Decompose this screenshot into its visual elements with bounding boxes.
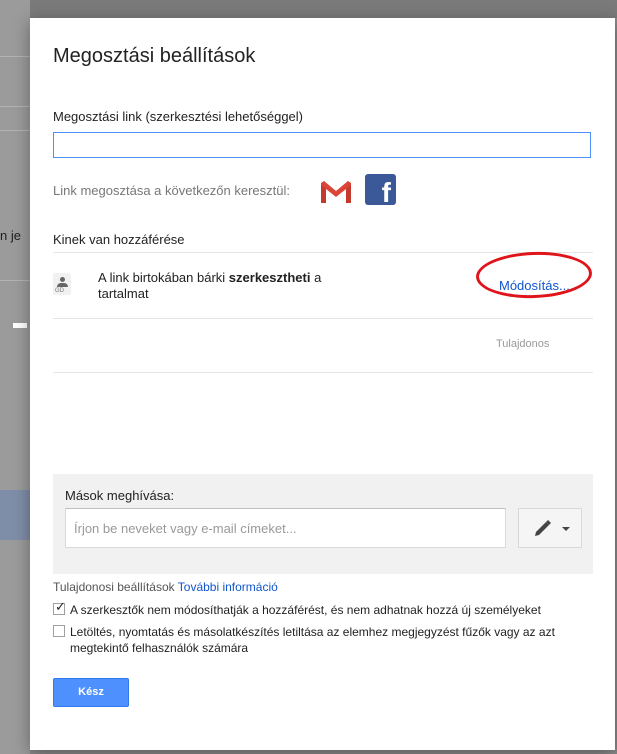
check-mark-icon: ✓: [55, 599, 66, 614]
background-white-bar: [13, 323, 27, 328]
invite-input[interactable]: [65, 508, 506, 548]
background-divider: [0, 56, 30, 57]
facebook-glyph: f: [381, 177, 391, 208]
restrict-editors-checkbox[interactable]: ✓: [53, 599, 66, 615]
access-level: szerkesztheti: [228, 270, 311, 285]
background-divider: [0, 130, 30, 131]
owner-settings: Tulajdonosi beállítások További informác…: [53, 580, 278, 594]
share-via-label: Link megosztása a következőn keresztül:: [53, 183, 291, 198]
option-label: Letöltés, nyomtatás és másolatkészítés l…: [70, 625, 555, 655]
share-link-input[interactable]: [53, 132, 591, 158]
disable-download-checkbox[interactable]: [53, 625, 65, 637]
background-divider: [0, 106, 30, 107]
option-label: A szerkesztők nem módosíthatják a hozzáf…: [70, 603, 541, 617]
share-settings-dialog: Megosztási beállítások Megosztási link (…: [30, 18, 615, 750]
background-left-strip: [0, 0, 30, 754]
access-divider-bottom: [53, 372, 593, 373]
share-link-label: Megosztási link (szerkesztési lehetőségg…: [53, 109, 303, 124]
access-heading: Kinek van hozzáférése: [53, 232, 185, 247]
facebook-icon[interactable]: f: [365, 174, 396, 208]
access-entry-text: A link birtokában bárki szerkesztheti a …: [98, 270, 322, 301]
background-divider: [0, 280, 30, 281]
more-info-link[interactable]: További információ: [178, 580, 278, 594]
owner-settings-label: Tulajdonosi beállítások: [53, 580, 175, 594]
background-partial-text: n je: [0, 228, 21, 243]
invite-panel: Mások meghívása:: [53, 474, 593, 574]
owner-label: Tulajdonos: [496, 338, 550, 350]
permission-dropdown-button[interactable]: [518, 508, 582, 548]
background-blue-block: [0, 490, 30, 540]
chevron-down-icon: [562, 527, 570, 531]
background-top-strip: [30, 0, 617, 18]
dialog-title: Megosztási beállítások: [53, 45, 256, 67]
access-divider-middle: [53, 318, 593, 319]
gmail-icon[interactable]: [319, 179, 353, 205]
link-person-icon: GD: [53, 273, 71, 295]
invite-label: Mások meghívása:: [65, 488, 175, 503]
pencil-icon: [535, 520, 551, 536]
done-button[interactable]: Kész: [53, 678, 129, 707]
